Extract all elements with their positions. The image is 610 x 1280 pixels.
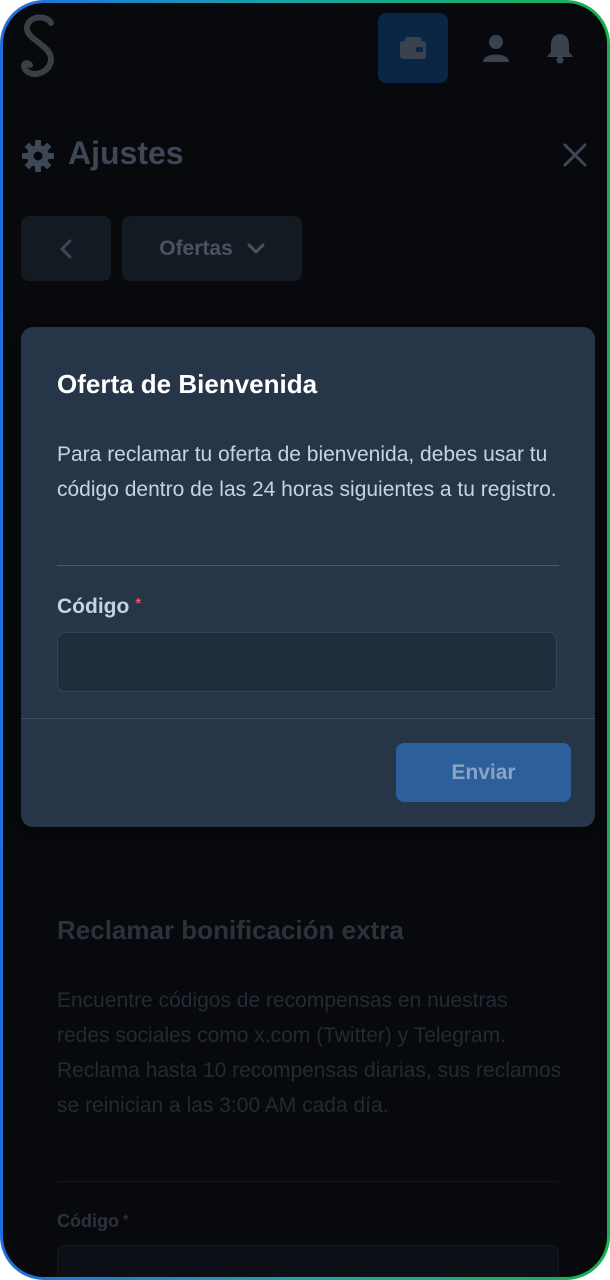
device-frame: Ajustes Ofertas Reclamar bonificación ex… [0, 0, 610, 1280]
profile-button[interactable] [461, 13, 531, 83]
settings-header: Ajustes [21, 131, 589, 181]
bonus-code-input [57, 1245, 559, 1277]
wallet-icon [400, 37, 426, 59]
modal-description: Para reclamar tu oferta de bienvenida, d… [57, 443, 557, 501]
bonus-code-label: Código * [57, 1211, 128, 1232]
modal-divider [57, 565, 559, 566]
page-title: Ajustes [68, 135, 184, 171]
bonus-section-divider [57, 1181, 557, 1182]
bonus-code-label-text: Código [57, 1211, 119, 1231]
top-bar [3, 3, 607, 93]
wallet-button[interactable] [378, 13, 448, 83]
script-s-logo-icon [21, 14, 55, 77]
screen: Ajustes Ofertas Reclamar bonificación ex… [3, 3, 607, 1277]
modal-footer-divider [21, 718, 595, 719]
section-select-label: Ofertas [159, 236, 233, 260]
chevron-left-icon [60, 239, 72, 258]
logo[interactable] [17, 11, 61, 81]
modal-title: Oferta de Bienvenida [57, 369, 318, 399]
welcome-offer-modal: Oferta de Bienvenida Para reclamar tu of… [21, 327, 595, 827]
bell-icon [547, 34, 573, 64]
section-select[interactable]: Ofertas [122, 216, 302, 281]
bonus-section-description: Encuentre códigos de recompensas en nues… [57, 989, 562, 1117]
notifications-button[interactable] [525, 13, 595, 83]
gear-icon [22, 140, 54, 172]
close-icon[interactable] [561, 141, 589, 169]
user-icon [483, 35, 509, 62]
code-label: Código * [57, 595, 141, 619]
back-button[interactable] [21, 216, 111, 281]
code-label-text: Código [57, 595, 130, 618]
bonus-section-title: Reclamar bonificación extra [57, 915, 404, 945]
code-input[interactable] [57, 632, 557, 692]
required-mark: * [135, 595, 142, 612]
required-mark: * [122, 1211, 129, 1227]
submit-button[interactable]: Enviar [396, 743, 571, 802]
chevron-down-icon [247, 243, 265, 253]
